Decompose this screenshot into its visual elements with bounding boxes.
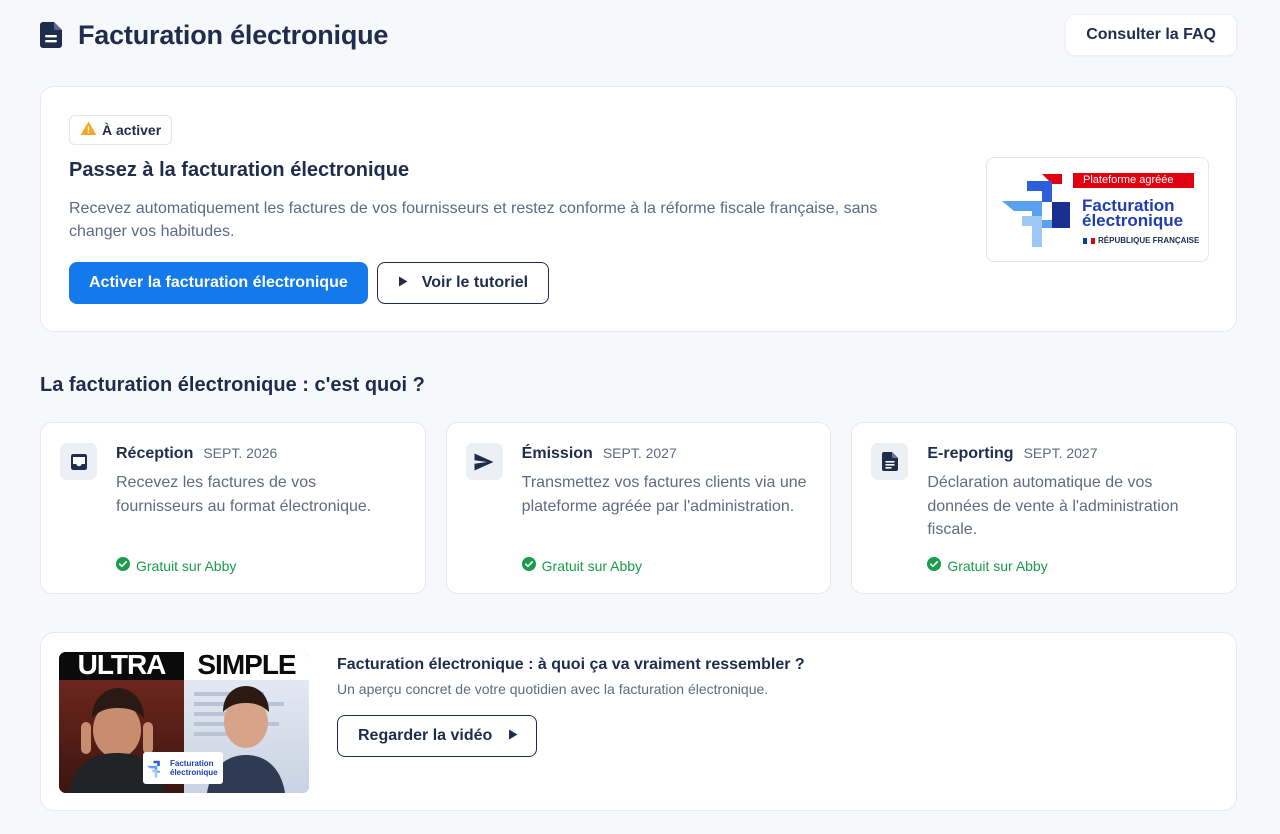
thumb-logo-mark-icon <box>147 760 160 778</box>
play-icon <box>508 727 518 745</box>
document-icon <box>40 21 64 49</box>
feature-card-e-reporting: E-reporting SEPT. 2027 Déclaration autom… <box>851 422 1238 594</box>
feature-head: Émission SEPT. 2027 <box>522 445 677 463</box>
feature-head: Réception SEPT. 2026 <box>116 445 277 463</box>
watch-video-label: Regarder la vidéo <box>358 727 493 744</box>
title-wrap: Facturation électronique <box>40 20 388 51</box>
tutorial-button-label: Voir le tutoriel <box>421 274 529 291</box>
feature-description: Déclaration automatique de vos données d… <box>927 474 1179 538</box>
hero-description: Recevez automatiquement les factures de … <box>69 200 878 240</box>
warning-icon <box>80 122 97 138</box>
feature-date: SEPT. 2027 <box>1023 445 1098 461</box>
hero-card: À activer Passez à la facturation électr… <box>40 86 1237 332</box>
free-label: Gratuit sur Abby <box>136 557 237 574</box>
feature-description: Transmettez vos factures clients via une… <box>521 474 807 515</box>
feature-name: Réception <box>116 445 194 462</box>
flag-icon <box>1083 237 1095 244</box>
logo-mark-icon <box>1002 174 1070 247</box>
page-title: Facturation électronique <box>78 19 389 50</box>
thumb-word-2: SIMPLE <box>184 652 309 680</box>
status-badge: À activer <box>69 115 173 145</box>
logo-republic-label: RÉPUBLIQUE FRANÇAISE <box>1098 236 1200 245</box>
status-badge-label: À activer <box>102 122 162 138</box>
page-header: Facturation électronique Consulter la FA… <box>40 14 1237 56</box>
feature-name: E-reporting <box>927 445 1014 462</box>
check-circle-icon <box>116 557 130 574</box>
logo-republic: RÉPUBLIQUE FRANÇAISE <box>1083 236 1199 245</box>
tutorial-button[interactable]: Voir le tutoriel <box>376 262 550 304</box>
logo-ribbon: Plateforme agréée <box>1073 173 1194 188</box>
free-badge: Gratuit sur Abby <box>521 557 643 574</box>
video-subtitle: Un aperçu concret de votre quotidien ave… <box>337 681 769 697</box>
video-card: ULTRA SIMPLE Facturation électronique Fa… <box>40 632 1237 811</box>
activate-button[interactable]: Activer la facturation électronique <box>69 262 368 304</box>
free-label: Gratuit sur Abby <box>947 557 1048 574</box>
free-badge: Gratuit sur Abby <box>116 557 236 574</box>
free-label: Gratuit sur Abby <box>541 557 643 574</box>
document-icon <box>871 443 909 480</box>
feature-date: SEPT. 2026 <box>203 445 278 461</box>
faq-button[interactable]: Consulter la FAQ <box>1065 14 1237 56</box>
free-badge: Gratuit sur Abby <box>927 557 1048 574</box>
thumb-logo-line-1: Facturation <box>170 759 214 768</box>
feature-card-reception: Réception SEPT. 2026 Recevez les facture… <box>40 422 426 594</box>
inbox-icon <box>60 443 97 480</box>
check-circle-icon <box>927 557 942 574</box>
thumb-word-1: ULTRA <box>59 652 184 680</box>
thumb-logo-card: Facturation électronique <box>143 752 223 784</box>
section-title: La facturation électronique : c'est quoi… <box>40 374 425 396</box>
hero-title: Passez à la facturation électronique <box>69 159 410 181</box>
thumb-logo-line-2: électronique <box>170 768 218 777</box>
feature-head: E-reporting SEPT. 2027 <box>927 445 1097 463</box>
play-icon <box>398 274 408 292</box>
logo-line-2: électronique <box>1082 211 1184 230</box>
certified-platform-logo: Plateforme agréée Facturation électroniq… <box>986 157 1209 262</box>
feature-card-emission: Émission SEPT. 2027 Transmettez vos fact… <box>445 422 832 594</box>
video-thumbnail[interactable]: ULTRA SIMPLE Facturation électronique <box>59 652 309 793</box>
feature-description: Recevez les factures de vos fournisseurs… <box>116 474 372 515</box>
watch-video-button[interactable]: Regarder la vidéo <box>337 715 538 757</box>
hero-actions: Activer la facturation électronique Voir… <box>69 262 550 304</box>
feature-name: Émission <box>521 445 593 462</box>
check-circle-icon <box>521 557 536 574</box>
feature-cards: Réception SEPT. 2026 Recevez les facture… <box>40 422 1238 594</box>
video-title: Facturation électronique : à quoi ça va … <box>337 656 805 673</box>
send-icon <box>465 443 503 480</box>
feature-date: SEPT. 2027 <box>602 445 677 461</box>
